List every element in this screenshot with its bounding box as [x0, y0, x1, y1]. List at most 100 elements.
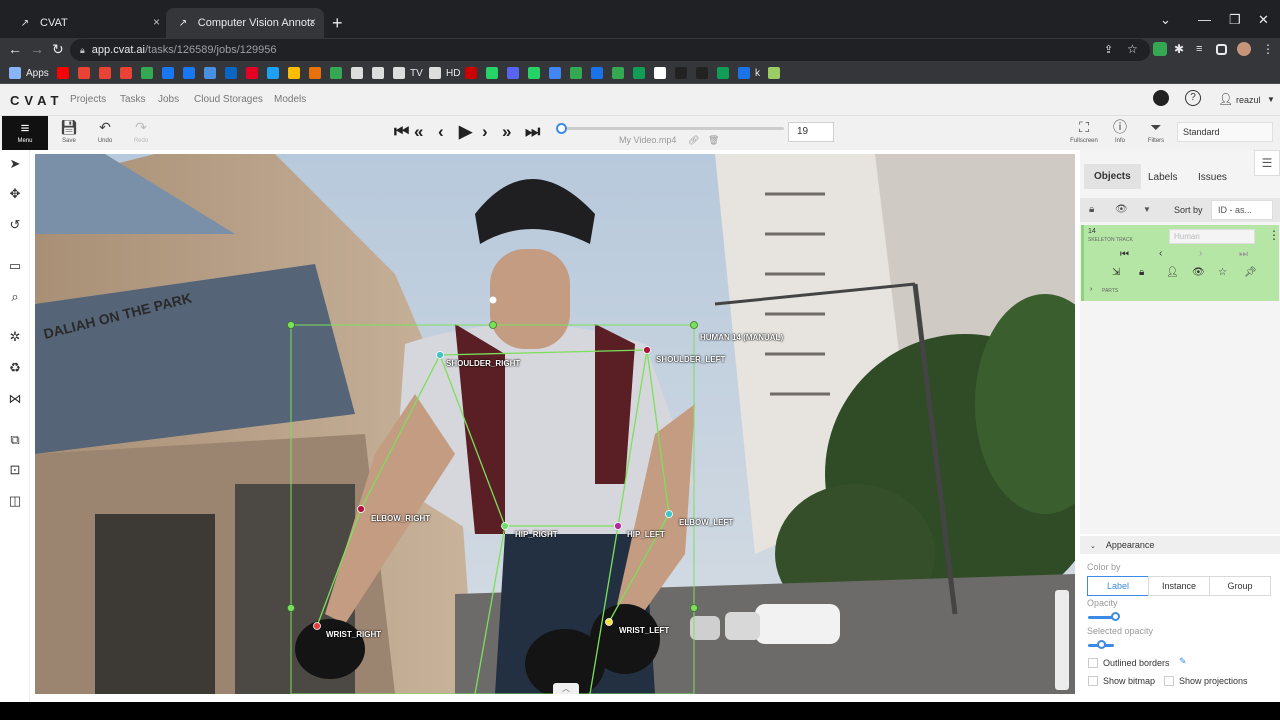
fullscreen-button[interactable]: ⛶ Fullscreen — [1066, 119, 1102, 144]
bookmark-item[interactable] — [309, 67, 326, 79]
keypoint-elbow-left[interactable] — [665, 510, 673, 518]
color-by-group-option[interactable]: Group — [1209, 576, 1271, 596]
bookmark-item[interactable] — [465, 67, 482, 79]
new-tab-button[interactable]: + — [332, 14, 343, 32]
bookmark-item[interactable] — [486, 67, 503, 79]
outside-icon[interactable]: ⇲ — [1112, 267, 1120, 278]
keypoint-elbow-right[interactable] — [357, 505, 365, 513]
next-keyframe-icon[interactable]: › — [1199, 248, 1202, 259]
forward-step-icon[interactable]: » — [502, 122, 511, 142]
keypoint-hip-left[interactable] — [614, 522, 622, 530]
bbox-handle[interactable] — [690, 321, 698, 329]
bookmark-item[interactable] — [351, 67, 368, 79]
bookmark-item[interactable] — [162, 67, 179, 79]
opencv-icon[interactable]: ♻ — [7, 360, 23, 376]
first-keyframe-icon[interactable]: ⏮ — [1120, 249, 1129, 260]
bookmark-item[interactable]: Apps — [9, 67, 49, 79]
edit-color-icon[interactable]: ✎ — [1179, 656, 1187, 667]
side-panel-icon[interactable] — [1216, 44, 1227, 55]
nav-models[interactable]: Models — [274, 94, 306, 105]
color-by-label-option[interactable]: Label — [1087, 576, 1149, 596]
bookmark-item[interactable] — [717, 67, 734, 79]
bbox-handle[interactable] — [287, 604, 295, 612]
last-keyframe-icon[interactable]: ⏭ — [1239, 249, 1248, 260]
draw-skeleton-icon[interactable]: ⋈ — [7, 391, 23, 407]
bbox-handle[interactable] — [690, 604, 698, 612]
zoom-control[interactable] — [1055, 590, 1069, 690]
bookmark-item[interactable] — [204, 67, 221, 79]
bookmark-item[interactable] — [549, 67, 566, 79]
workspace-select[interactable]: Standard — [1177, 122, 1273, 142]
bookmark-item[interactable] — [612, 67, 629, 79]
frame-number-input[interactable]: 19 — [788, 122, 834, 142]
profile-avatar[interactable] — [1237, 42, 1251, 56]
bookmark-item[interactable] — [183, 67, 200, 79]
close-tab-icon[interactable]: × — [153, 15, 160, 29]
bookmark-item[interactable] — [225, 67, 242, 79]
object-item[interactable]: 14 SKELETON TRACK Human ⋮ ⏮ ‹ › ⏭ ⇲ 🔒︎ 👤… — [1081, 225, 1280, 301]
bookmark-item[interactable]: HD — [429, 67, 460, 79]
bookmark-item[interactable] — [120, 67, 137, 79]
delete-frame-icon[interactable]: 🗑︎ — [708, 135, 719, 146]
split-track-icon[interactable]: ◫ — [7, 493, 23, 509]
nav-projects[interactable]: Projects — [70, 94, 106, 105]
opacity-slider-knob[interactable] — [1111, 612, 1120, 621]
fit-image-icon[interactable]: ▭ — [7, 258, 23, 274]
bookmark-item[interactable] — [696, 67, 713, 79]
chevron-right-icon[interactable]: › — [1090, 286, 1092, 293]
reload-icon[interactable]: ↻ — [52, 41, 64, 58]
cvat-logo[interactable]: CVAT — [10, 93, 63, 108]
bookmark-item[interactable] — [99, 67, 116, 79]
nav-tasks[interactable]: Tasks — [120, 94, 146, 105]
maximize-icon[interactable]: ❐ — [1229, 12, 1241, 28]
link-icon[interactable]: 🔗︎ — [688, 135, 699, 146]
redo-button[interactable]: ↷ Redo — [123, 119, 159, 144]
eye-icon[interactable]: 👁︎ — [1115, 204, 1128, 215]
lock-all-icon[interactable]: 🔒︎ — [1089, 204, 1094, 215]
show-projections-checkbox[interactable] — [1164, 676, 1174, 686]
sort-select[interactable]: ID - as... — [1211, 200, 1273, 220]
browser-menu-icon[interactable]: ⋮ — [1262, 42, 1274, 56]
bookmark-item[interactable] — [675, 67, 692, 79]
keypoint-wrist-right[interactable] — [313, 622, 321, 630]
close-tab-icon[interactable]: × — [309, 15, 316, 29]
extensions-puzzle-icon[interactable]: ✱ — [1174, 42, 1184, 56]
bbox-handle[interactable] — [287, 321, 295, 329]
rotate-icon[interactable]: ↺ — [7, 217, 23, 233]
occluded-user-icon[interactable]: 👤︎ — [1166, 267, 1179, 278]
more-options-icon[interactable]: ⋮ — [1268, 228, 1280, 242]
bookmark-item[interactable] — [246, 67, 263, 79]
bookmark-item[interactable] — [570, 67, 587, 79]
undo-button[interactable]: ↶ Undo — [87, 119, 123, 144]
play-icon[interactable]: ▶ — [459, 122, 472, 142]
bookmark-item[interactable] — [78, 67, 95, 79]
backward-step-icon[interactable]: « — [414, 122, 423, 142]
pin-icon[interactable]: 📌︎ — [1244, 267, 1257, 278]
bbox-handle[interactable] — [489, 321, 497, 329]
previous-keyframe-icon[interactable]: ‹ — [1159, 248, 1162, 259]
bookmark-item[interactable] — [330, 67, 347, 79]
zoom-region-icon[interactable]: ⌕ — [7, 289, 23, 305]
next-frame-icon[interactable]: › — [482, 122, 488, 142]
eye-icon[interactable]: 👁︎ — [1192, 267, 1205, 278]
minimize-icon[interactable]: — — [1198, 12, 1211, 27]
bookmark-item[interactable] — [57, 67, 74, 79]
show-bitmap-checkbox[interactable] — [1088, 676, 1098, 686]
save-button[interactable]: 💾︎ Save — [51, 119, 87, 144]
bookmark-item[interactable] — [372, 67, 389, 79]
back-arrow-icon[interactable]: ← — [8, 41, 22, 57]
star-icon[interactable]: ☆ — [1218, 267, 1227, 278]
annotation-canvas[interactable]: DALIAH ON THE PARK HUMAN 14 (MANUAL) SHO… — [35, 154, 1075, 694]
tab-issues[interactable]: Issues — [1198, 172, 1227, 183]
rotation-handle[interactable] — [489, 296, 497, 304]
bookmark-item[interactable]: TV — [393, 67, 423, 79]
bookmark-item[interactable] — [654, 67, 671, 79]
appearance-header[interactable]: ⌄ Appearance — [1080, 536, 1280, 554]
browser-tab-cvat[interactable]: ↗ CVAT × — [8, 8, 168, 38]
previous-frame-icon[interactable]: ‹ — [438, 122, 444, 142]
forward-arrow-icon[interactable]: → — [30, 41, 44, 57]
lock-icon[interactable]: 🔒︎ — [1139, 267, 1144, 278]
merge-shapes-icon[interactable]: ⧉ — [7, 432, 23, 448]
move-icon[interactable]: ✥ — [7, 186, 23, 202]
share-icon[interactable]: ⇪ — [1104, 43, 1113, 56]
